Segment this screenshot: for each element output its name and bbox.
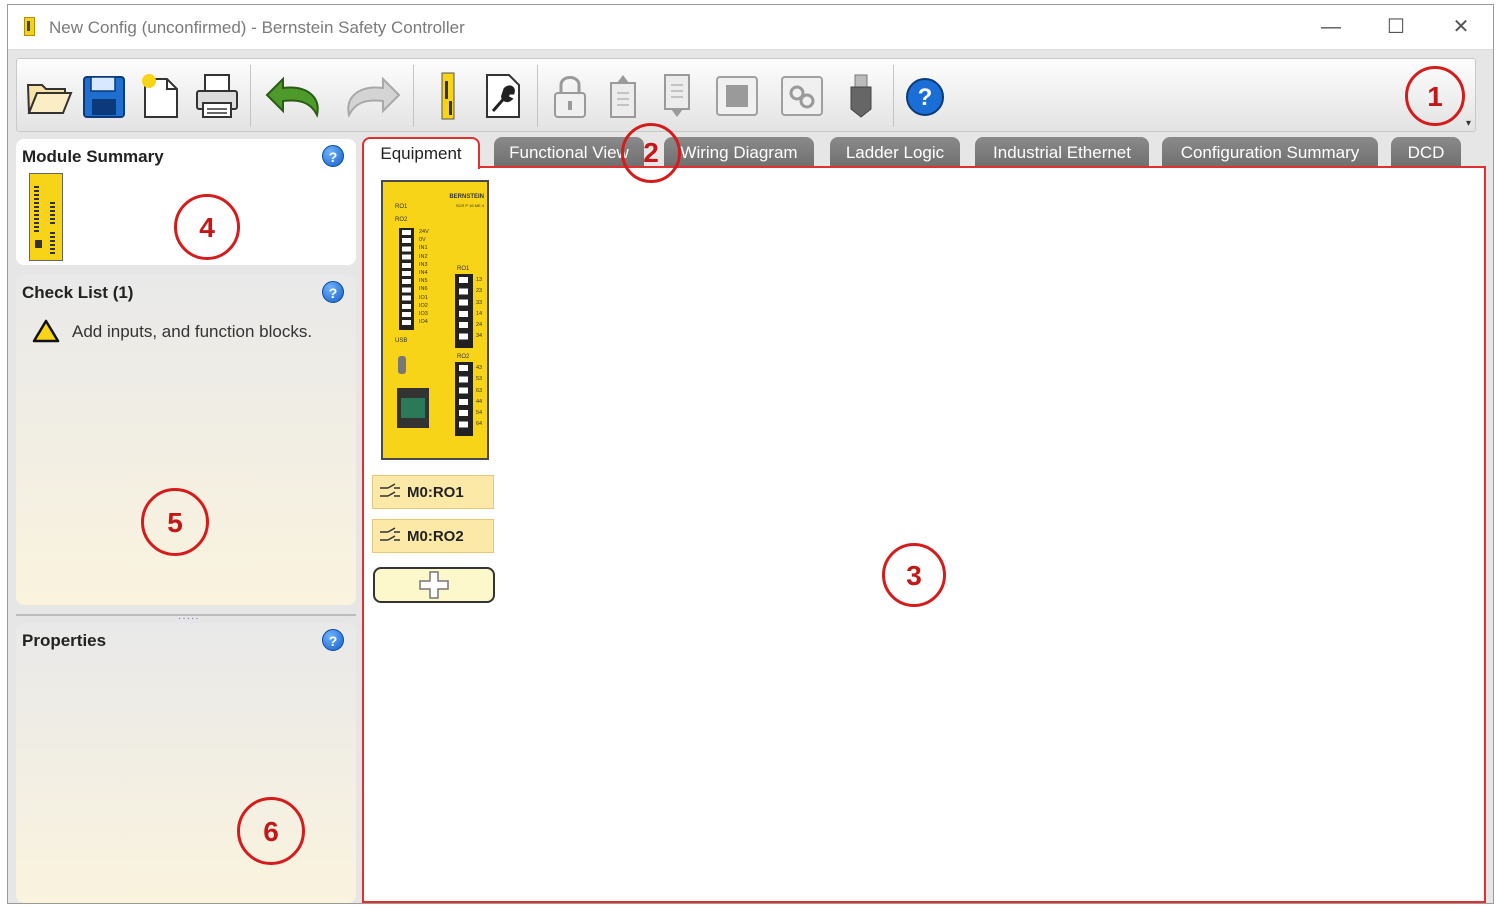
- toolbar-separator: [537, 65, 538, 127]
- check-list-item-text: Add inputs, and function blocks.: [72, 322, 313, 341]
- maximize-button[interactable]: ☐: [1368, 9, 1424, 45]
- print-icon[interactable]: [193, 71, 241, 121]
- relay-contact-icon: [380, 527, 400, 541]
- tab-ladder-logic[interactable]: Ladder Logic: [830, 137, 960, 167]
- module-led-ro2: RO2: [395, 217, 408, 223]
- toolbar-separator: [413, 65, 414, 127]
- check-list-title: Check List (1): [22, 283, 134, 302]
- ro1-terminal-block: [455, 274, 473, 348]
- usb-port: [398, 356, 406, 374]
- plus-icon: [419, 571, 449, 599]
- relay-output-ro2[interactable]: M0:RO2: [372, 519, 494, 553]
- ro1-terminal-labels: 13 23 33 14 24 34: [476, 277, 483, 340]
- properties-title: Properties: [22, 631, 107, 650]
- callout-5: 5: [141, 488, 209, 556]
- lock-icon[interactable]: [547, 71, 595, 121]
- new-config-icon[interactable]: [137, 71, 185, 121]
- usb-label: USB: [395, 338, 408, 344]
- callout-3: 3: [882, 543, 946, 607]
- title-bar: New Config (unconfirmed) - Bernstein Saf…: [8, 5, 1493, 50]
- tab-industrial-ethernet[interactable]: Industrial Ethernet: [975, 137, 1149, 167]
- check-list-panel: Check List (1) ? Add inputs, and functio…: [16, 275, 356, 605]
- minimize-button[interactable]: —: [1303, 9, 1359, 45]
- module-summary-title: Module Summary: [22, 147, 164, 166]
- callout-1: 1: [1405, 66, 1465, 126]
- module-brand: BERNSTEIN: [449, 194, 484, 200]
- upload-icon[interactable]: [601, 71, 649, 121]
- callout-2: 2: [621, 123, 681, 183]
- toolbar-separator: [893, 65, 894, 127]
- module-led-ro1: RO1: [395, 204, 408, 210]
- module-icon[interactable]: [427, 71, 475, 121]
- app-logo-icon: [24, 17, 35, 36]
- module-thumbnail[interactable]: [29, 173, 63, 261]
- help-icon[interactable]: ?: [322, 281, 344, 303]
- help-icon[interactable]: ?: [322, 145, 344, 167]
- warning-icon: [32, 319, 60, 343]
- relay-label: M0:RO1: [407, 484, 464, 501]
- usb-icon[interactable]: [839, 71, 887, 121]
- equipment-canvas[interactable]: BERNSTEIN SCR P 16 ME 4 RO1 RO2 24V 0V I…: [362, 166, 1486, 903]
- ethernet-port: [397, 388, 429, 428]
- tab-configuration-summary[interactable]: Configuration Summary: [1162, 137, 1378, 167]
- window-title: New Config (unconfirmed) - Bernstein Saf…: [49, 18, 465, 37]
- callout-6: 6: [237, 797, 305, 865]
- toolbar-separator: [250, 65, 251, 127]
- relay-label: M0:RO2: [407, 528, 464, 545]
- input-terminal-block: [399, 228, 414, 330]
- app-window: New Config (unconfirmed) - Bernstein Saf…: [7, 4, 1494, 904]
- toolbar: ? ▾: [16, 58, 1476, 132]
- svg-text:?: ?: [918, 84, 933, 111]
- ro2-label: RO2: [457, 354, 470, 360]
- relay-contact-icon: [380, 483, 400, 497]
- ro2-terminal-block: [455, 362, 473, 436]
- ro2-terminal-labels: 43 53 63 44 54 64: [476, 365, 483, 428]
- add-module-button[interactable]: [373, 567, 495, 603]
- safety-controller-module[interactable]: BERNSTEIN SCR P 16 ME 4 RO1 RO2 24V 0V I…: [381, 180, 489, 460]
- download-icon[interactable]: [655, 71, 703, 121]
- toolbar-overflow-button[interactable]: ▾: [1466, 118, 1471, 129]
- module-model: SCR P 16 ME 4: [455, 203, 484, 208]
- link-icon[interactable]: [779, 71, 827, 121]
- callout-4: 4: [174, 194, 240, 260]
- tab-dcd[interactable]: DCD: [1391, 137, 1461, 167]
- properties-panel: Properties ?: [16, 623, 356, 903]
- ro1-label: RO1: [457, 266, 470, 272]
- redo-icon[interactable]: [337, 71, 401, 121]
- chip-icon[interactable]: [714, 71, 762, 121]
- save-icon[interactable]: [81, 71, 129, 121]
- tab-equipment[interactable]: Equipment: [362, 137, 480, 169]
- close-button[interactable]: ✕: [1433, 9, 1489, 45]
- open-folder-icon[interactable]: [25, 71, 73, 121]
- input-terminal-labels: 24V 0V IN1 IN2 IN3 IN4 IN5 IN6 IO1 IO2 I…: [419, 229, 429, 326]
- help-icon[interactable]: ?: [903, 71, 951, 121]
- relay-output-ro1[interactable]: M0:RO1: [372, 475, 494, 509]
- tab-wiring-diagram[interactable]: Wiring Diagram: [664, 137, 814, 167]
- settings-wrench-icon[interactable]: [479, 71, 527, 121]
- undo-icon[interactable]: [259, 71, 319, 121]
- help-icon[interactable]: ?: [322, 629, 344, 651]
